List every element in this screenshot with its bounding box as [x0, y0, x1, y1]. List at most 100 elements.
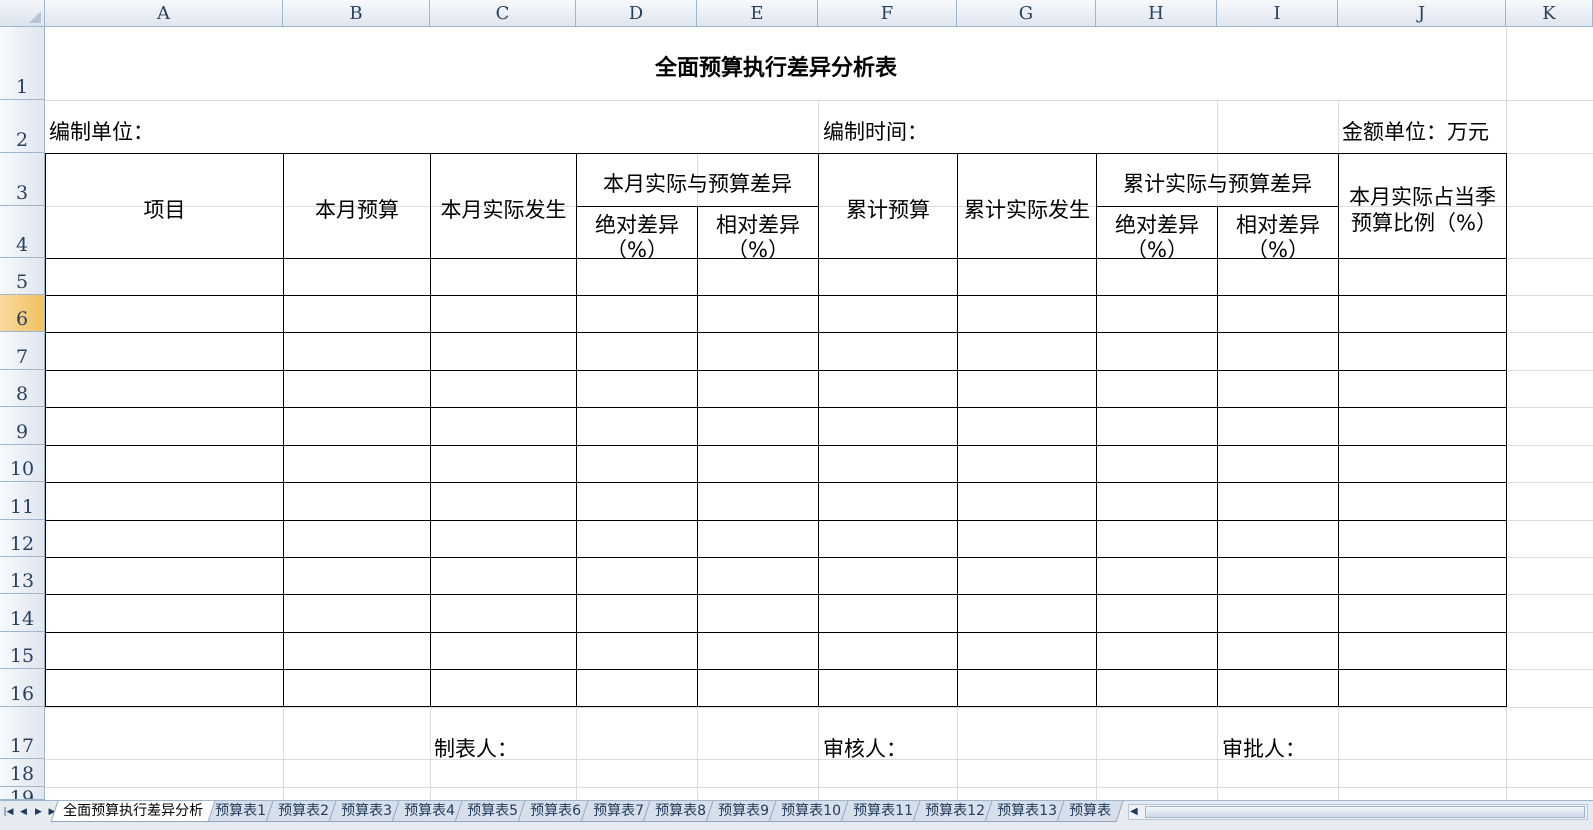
horizontal-scrollbar[interactable]: ◀: [1128, 804, 1588, 820]
column-header-j[interactable]: J: [1338, 0, 1506, 27]
table-border: [818, 153, 819, 707]
sheet-tab-label: 预算表8: [655, 803, 707, 819]
table-border: [45, 370, 1507, 371]
table-border: [430, 153, 431, 707]
sheet-tab-label: 预算表7: [592, 803, 644, 819]
sheet-tab-label: 预算表6: [529, 803, 581, 819]
column-header-i[interactable]: I: [1217, 0, 1338, 27]
table-border: [45, 669, 1507, 670]
table-border: [45, 407, 1507, 408]
column-header-g[interactable]: G: [957, 0, 1096, 27]
select-all-corner[interactable]: [0, 0, 45, 27]
sheet-tab-label: 全面预算执行差异分析: [63, 803, 204, 819]
header-pct-3: （%）: [1126, 238, 1188, 262]
table-border: [45, 153, 1507, 154]
reviewer-label: 审核人：: [823, 737, 907, 761]
row-header-9[interactable]: 9: [0, 407, 45, 445]
sheet-tab-label: 预算表2: [278, 803, 330, 819]
row-header-3[interactable]: 3: [0, 153, 45, 206]
approver-label: 审批人：: [1222, 737, 1306, 761]
sheet-tab-label: 预算表9: [718, 803, 770, 819]
header-pct-1: （%）: [606, 238, 668, 262]
sheet-tab-bar: |◀ ◀ ▶ ▶| 全面预算执行差异分析预算表1预算表2预算表3预算表4预算表5…: [0, 800, 1593, 830]
table-border: [45, 332, 1507, 333]
column-header-b[interactable]: B: [283, 0, 430, 27]
row-header-17[interactable]: 17: [0, 707, 45, 759]
amount-unit-label: 金额单位：万元: [1342, 120, 1489, 144]
gridline: [45, 707, 1593, 708]
select-all-triangle-icon: [29, 11, 41, 23]
table-border: [1506, 153, 1507, 707]
header-cum-budget: 累计预算: [846, 198, 930, 222]
row-header-19[interactable]: 19: [0, 787, 45, 800]
gridline: [45, 759, 1593, 760]
row-header-1[interactable]: 1: [0, 27, 45, 100]
table-border: [957, 153, 958, 707]
sheet-tab-label: 预算表1: [215, 803, 267, 819]
column-header-f[interactable]: F: [818, 0, 957, 27]
column-header-h[interactable]: H: [1096, 0, 1217, 27]
sheet-tabs: 全面预算执行差异分析 预算表1 预算表2 预算表3 预算表4 预算表5 预算表6 预算表7 预算…: [50, 801, 1124, 823]
row-header-15[interactable]: 15: [0, 632, 45, 669]
header-cum-diff-group: 累计实际与预算差异: [1123, 172, 1312, 196]
row-header-12[interactable]: 12: [0, 520, 45, 557]
table-border: [45, 445, 1507, 446]
row-header-16[interactable]: 16: [0, 669, 45, 707]
sheet-tab-label: 预算表12: [925, 803, 985, 819]
table-border: [45, 295, 1507, 296]
table-border: [45, 632, 1507, 633]
row-header-7[interactable]: 7: [0, 332, 45, 370]
sheet-tab-label: 预算表: [1068, 803, 1111, 819]
sheet-tab[interactable]: 全面预算执行差异分析: [50, 801, 216, 822]
scrollbar-thumb[interactable]: [1145, 806, 1585, 818]
sheet-tab[interactable]: 预算表: [1056, 801, 1124, 822]
row-header-10[interactable]: 10: [0, 445, 45, 482]
table-border: [45, 557, 1507, 558]
table-border: [45, 706, 1507, 707]
column-header-d[interactable]: D: [576, 0, 697, 27]
row-header-13[interactable]: 13: [0, 557, 45, 594]
sheet-title: 全面预算执行差异分析表: [654, 56, 897, 81]
table-border: [45, 482, 1507, 483]
gridline: [45, 787, 1593, 788]
row-header-2[interactable]: 2: [0, 100, 45, 153]
table-border: [45, 153, 46, 707]
compile-unit-label: 编制单位：: [49, 120, 154, 144]
row-header-14[interactable]: 14: [0, 594, 45, 632]
row-header-6[interactable]: 6: [0, 295, 45, 332]
sheet-tab-label: 预算表3: [341, 803, 392, 819]
column-header-a[interactable]: A: [45, 0, 283, 27]
header-pct-2: （%）: [727, 238, 789, 262]
row-header-8[interactable]: 8: [0, 370, 45, 407]
column-header-e[interactable]: E: [697, 0, 818, 27]
table-border: [1217, 206, 1218, 707]
merged-unit-cell[interactable]: [46, 101, 818, 153]
scroll-left-icon[interactable]: ◀: [1130, 805, 1138, 819]
sheet-tab-label: 预算表13: [996, 803, 1057, 819]
row-header-11[interactable]: 11: [0, 482, 45, 520]
header-cum-actual: 累计实际发生: [964, 198, 1090, 222]
header-month-budget: 本月预算: [315, 198, 399, 222]
sheet-tab-label: 预算表5: [466, 803, 518, 819]
sheet-tab-label: 预算表10: [781, 803, 842, 819]
next-sheet-icon[interactable]: ▶: [32, 805, 45, 819]
table-border: [697, 206, 698, 707]
header-pct-4: （%）: [1247, 238, 1309, 262]
preparer-label: 制表人：: [434, 737, 518, 761]
header-month-actual: 本月实际发生: [440, 198, 567, 222]
first-sheet-icon[interactable]: |◀: [2, 805, 15, 819]
header-month-diff-group: 本月实际与预算差异: [603, 172, 792, 196]
prev-sheet-icon[interactable]: ◀: [17, 805, 30, 819]
sheet-tab-label: 预算表11: [853, 803, 914, 819]
compile-time-label: 编制时间：: [823, 120, 928, 144]
table-border: [45, 520, 1507, 521]
row-header-18[interactable]: 18: [0, 759, 45, 787]
row-header-4[interactable]: 4: [0, 206, 45, 258]
table-border: [45, 594, 1507, 595]
row-header-5[interactable]: 5: [0, 258, 45, 295]
column-header-k[interactable]: K: [1506, 0, 1593, 27]
sheet-tab-label: 预算表4: [403, 803, 455, 819]
header-ratio-line2: 预算比例（%）: [1351, 211, 1497, 235]
column-header-c[interactable]: C: [430, 0, 576, 27]
table-border: [283, 153, 284, 707]
